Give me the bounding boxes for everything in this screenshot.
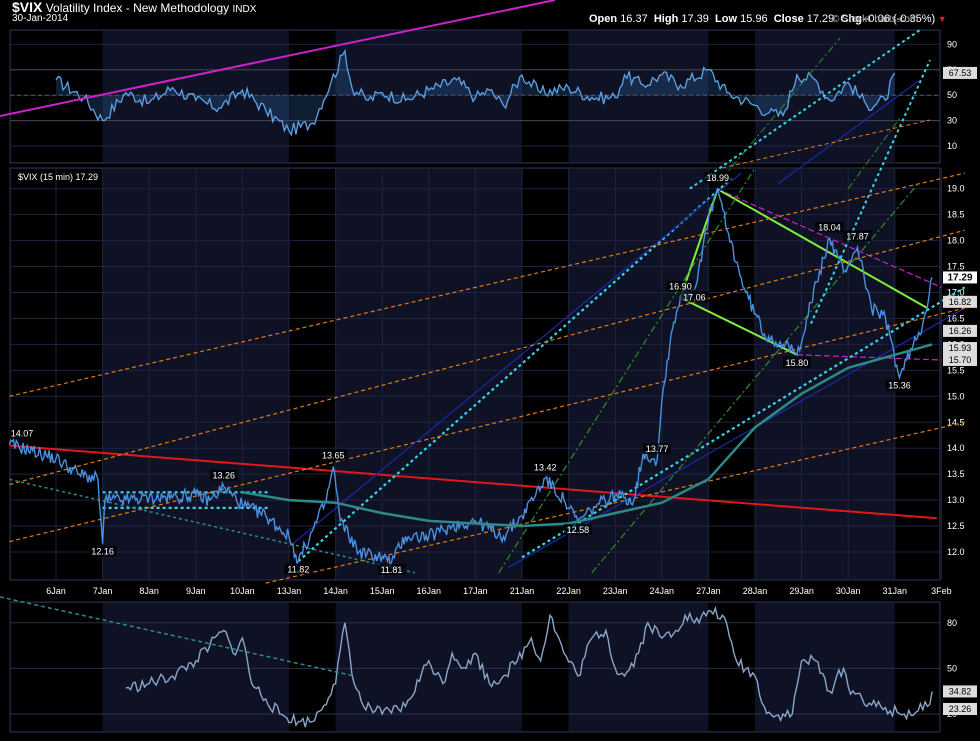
price-right-label-16.26: 16.26 — [949, 326, 972, 336]
series-label-12.58: 12.58 — [567, 525, 590, 535]
rsi-tick-50: 50 — [947, 90, 957, 100]
chart-date: 30-Jan-2014 — [12, 13, 69, 24]
price-tick-14: 14.0 — [947, 443, 965, 453]
date-label-23Jan: 23Jan — [603, 586, 628, 596]
session-shade-2-1 — [522, 169, 569, 579]
date-label-13Jan: 13Jan — [277, 586, 302, 596]
date-label-16Jan: 16Jan — [417, 586, 442, 596]
date-label-24Jan: 24Jan — [650, 586, 675, 596]
price-panel-title: $VIX (15 min) 17.29 — [18, 172, 98, 182]
series-label-18.04: 18.04 — [818, 223, 841, 233]
date-label-21Jan: 21Jan — [510, 586, 535, 596]
instrument-name: Volatility Index - New Methodology — [45, 1, 230, 15]
down-arrow-icon: ▼ — [935, 14, 947, 24]
rsi-current-label: 67.53 — [949, 68, 972, 78]
date-label-9Jan: 9Jan — [186, 586, 206, 596]
price-tick-13: 13.0 — [947, 495, 965, 505]
date-label-30Jan: 30Jan — [836, 586, 861, 596]
series-label-11.81: 11.81 — [381, 565, 403, 575]
date-label-15Jan: 15Jan — [370, 586, 395, 596]
series-label-17.06: 17.06 — [683, 292, 706, 302]
date-label-8Jan: 8Jan — [139, 586, 159, 596]
rsi-tick-10: 10 — [947, 141, 957, 151]
price-tick-16.5: 16.5 — [947, 313, 965, 323]
date-label-7Jan: 7Jan — [93, 586, 113, 596]
low-label: Low — [715, 13, 738, 25]
watermark: © StockCharts.com — [832, 14, 919, 25]
series-label-13.42: 13.42 — [534, 462, 557, 472]
series-label-15.36: 15.36 — [888, 381, 911, 391]
high-value: 17.39 — [681, 13, 709, 25]
price-tick-12.5: 12.5 — [947, 521, 965, 531]
price-tick-18: 18.0 — [947, 236, 965, 246]
vix-chart: 103050709012.012.513.013.514.014.515.015… — [0, 0, 977, 733]
session-shade-4-0 — [894, 31, 939, 162]
close-value: 17.29 — [806, 13, 835, 25]
session-shade-0-1 — [11, 169, 103, 579]
rsi-tick-90: 90 — [947, 39, 957, 49]
date-label-29Jan: 29Jan — [789, 586, 814, 596]
session-shade-2-2 — [522, 603, 569, 731]
price-tick-15.5: 15.5 — [947, 365, 965, 375]
date-label-28Jan: 28Jan — [743, 586, 768, 596]
osc-tick-50: 50 — [947, 663, 957, 673]
session-shade-1-2 — [289, 603, 336, 731]
series-label-11.82: 11.82 — [287, 564, 309, 574]
price-tick-12: 12.0 — [947, 547, 965, 557]
date-label-3Feb: 3Feb — [931, 586, 952, 596]
series-label-16.90: 16.90 — [669, 282, 692, 292]
date-label-10Jan: 10Jan — [230, 586, 255, 596]
price-tick-19: 19.0 — [947, 184, 965, 194]
date-label-27Jan: 27Jan — [696, 586, 721, 596]
series-label-13.77: 13.77 — [646, 444, 669, 454]
exchange-label: INDX — [232, 4, 257, 15]
osc-current-label-1: 23.26 — [949, 704, 972, 714]
series-label-14.07: 14.07 — [11, 429, 34, 439]
open-label: Open — [589, 13, 618, 25]
series-label-18.99: 18.99 — [706, 173, 729, 183]
price-tick-17.5: 17.5 — [947, 262, 965, 272]
high-label: High — [653, 13, 679, 25]
series-label-13.65: 13.65 — [322, 450, 345, 460]
session-shade-2-0 — [522, 31, 569, 162]
session-shade-1-1 — [289, 169, 336, 579]
osc-current-label-0: 34.82 — [949, 686, 972, 696]
series-label-13.26: 13.26 — [212, 471, 235, 481]
osc-tick-80: 80 — [947, 618, 957, 628]
rsi-tick-30: 30 — [947, 116, 957, 126]
date-label-17Jan: 17Jan — [463, 586, 488, 596]
open-value: 16.37 — [620, 13, 648, 25]
date-label-6Jan: 6Jan — [46, 586, 66, 596]
date-label-31Jan: 31Jan — [883, 586, 908, 596]
price-tick-15: 15.0 — [947, 391, 965, 401]
price-right-label-16.82: 16.82 — [949, 297, 972, 307]
series-label-17.87: 17.87 — [846, 231, 869, 241]
price-tick-13.5: 13.5 — [947, 469, 965, 479]
price-right-label-15.93: 15.93 — [949, 343, 972, 353]
close-label: Close — [773, 13, 804, 25]
session-shade-0-2 — [11, 603, 103, 731]
date-label-22Jan: 22Jan — [556, 586, 581, 596]
date-label-14Jan: 14Jan — [323, 586, 348, 596]
price-right-label-15.70: 15.70 — [949, 355, 972, 365]
low-value: 15.96 — [740, 13, 768, 25]
price-tick-18.5: 18.5 — [947, 210, 965, 220]
price-right-label-17.29: 17.29 — [947, 272, 972, 283]
series-label-15.80: 15.80 — [786, 358, 809, 368]
series-label-12.16: 12.16 — [91, 547, 114, 557]
